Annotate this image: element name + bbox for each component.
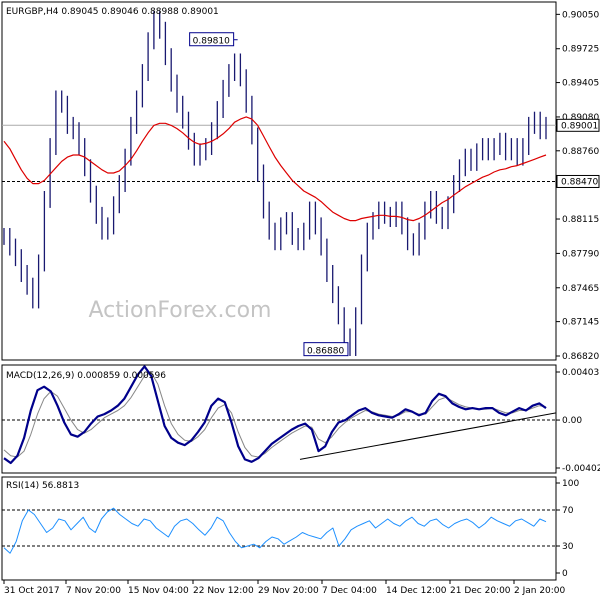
x-tick-label: 31 Oct 2017 bbox=[4, 586, 60, 596]
rsi-tick-label: 100 bbox=[562, 479, 579, 489]
rsi-axis: 100 70 30 0 bbox=[556, 479, 579, 579]
x-tick-label: 21 Dec 20:00 bbox=[450, 586, 511, 596]
price-tick-label: 0.88760 bbox=[562, 147, 599, 157]
x-tick-label: 22 Nov 12:00 bbox=[193, 586, 254, 596]
macd-title: MACD(12,26,9) 0.000859 0.000596 bbox=[6, 371, 166, 381]
x-tick-label: 14 Dec 12:00 bbox=[386, 586, 447, 596]
macd-tick-label: 0.00 bbox=[562, 416, 582, 426]
price-tick-label: 0.86820 bbox=[562, 352, 599, 362]
level-label: 0.88470 bbox=[561, 177, 598, 187]
watermark: ActionForex.com bbox=[89, 298, 272, 323]
x-tick-label: 2 Jan 20:00 bbox=[514, 586, 566, 596]
macd-axis: 0.00403 0.00 -0.004021 bbox=[556, 368, 600, 474]
rsi-title: RSI(14) 56.8813 bbox=[6, 481, 79, 491]
rsi-tick-label: 0 bbox=[562, 569, 568, 579]
price-axis: 0.900500.897250.894050.890800.887600.884… bbox=[556, 10, 600, 362]
rsi-panel bbox=[1, 476, 557, 581]
high-annotation-label: 0.89810 bbox=[193, 37, 230, 47]
macd-tick-label: 0.00403 bbox=[562, 368, 599, 378]
price-tick-label: 0.88115 bbox=[562, 215, 599, 225]
low-annotation-label: 0.86880 bbox=[307, 347, 344, 357]
price-tick-label: 0.89725 bbox=[562, 45, 599, 55]
price-title: EURGBP,H4 0.89045 0.89046 0.88988 0.8900… bbox=[6, 7, 219, 17]
x-tick-label: 15 Nov 04:00 bbox=[128, 586, 189, 596]
price-tick-label: 0.89405 bbox=[562, 79, 599, 89]
price-tick-label: 0.87465 bbox=[562, 284, 599, 294]
x-tick-label: 7 Nov 20:00 bbox=[66, 586, 121, 596]
x-axis: 31 Oct 2017 7 Nov 20:00 15 Nov 04:00 22 Nov… bbox=[3, 580, 566, 596]
current-price-label: 0.89001 bbox=[561, 121, 598, 131]
price-tick-label: 0.87790 bbox=[562, 249, 599, 259]
rsi-tick-label: 30 bbox=[562, 542, 574, 552]
price-tick-label: 0.90050 bbox=[562, 10, 599, 20]
macd-tick-label: -0.004021 bbox=[562, 464, 600, 474]
rsi-tick-label: 70 bbox=[562, 506, 574, 516]
x-tick-label: 29 Nov 20:00 bbox=[258, 586, 319, 596]
chart-root: 0.89810 0.86880 0.90050 0.89725 0.89405 0.89… bbox=[1, 1, 600, 596]
price-tick-label: 0.87145 bbox=[562, 318, 599, 328]
macd-panel bbox=[1, 364, 557, 474]
x-tick-label: 7 Dec 04:00 bbox=[322, 586, 377, 596]
